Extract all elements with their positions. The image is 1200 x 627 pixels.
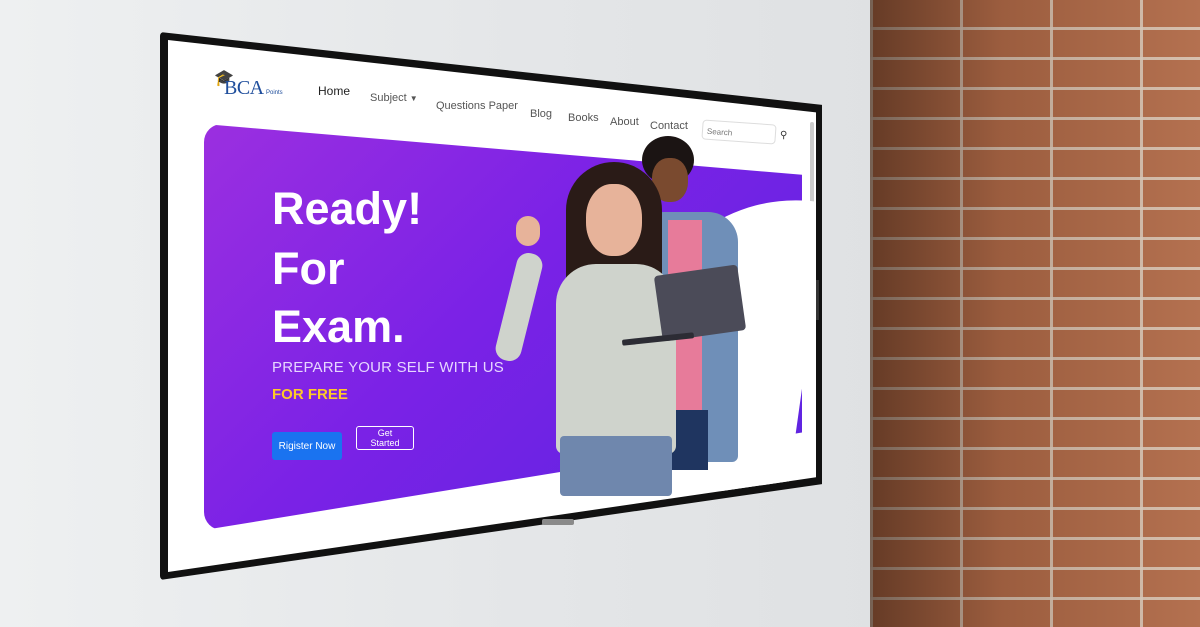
person-one-face — [586, 184, 642, 256]
hero-title-line2: For — [272, 243, 345, 294]
laptop-image — [653, 264, 747, 342]
search-field[interactable] — [701, 119, 778, 145]
hero-title-line3: Exam. — [272, 301, 405, 352]
nav-subject-label: Subject — [370, 92, 407, 104]
site-logo[interactable]: 🎓 BCA Points — [214, 68, 294, 108]
get-started-button[interactable]: Get Started — [356, 426, 414, 450]
brick-wall — [870, 0, 1200, 627]
person-one-jeans — [560, 436, 672, 496]
nav-questions-paper[interactable]: Questions Paper — [436, 100, 518, 112]
nav-about[interactable]: About — [610, 116, 639, 128]
nav-home[interactable]: Home — [318, 84, 350, 98]
tv-bottom-indicator — [542, 519, 574, 525]
magnifier-icon[interactable]: ⚲ — [780, 130, 787, 141]
register-now-button[interactable]: Rigister Now — [272, 432, 342, 460]
hero-title-line1: Ready! — [272, 183, 423, 234]
logo-subtext: Points — [266, 90, 283, 96]
search-input[interactable] — [702, 123, 778, 145]
hero-highlight: FOR FREE — [272, 386, 348, 403]
caret-down-icon: ▼ — [409, 94, 418, 103]
nav-subject[interactable]: Subject ▼ — [370, 92, 418, 104]
nav-blog[interactable]: Blog — [530, 108, 552, 120]
nav-contact[interactable]: Contact — [650, 120, 688, 132]
logo-text: BCA — [224, 77, 264, 99]
ok-hand-gesture — [516, 216, 540, 246]
hero-subtitle: PREPARE YOUR SELF WITH US — [272, 359, 504, 376]
nav-books[interactable]: Books — [568, 112, 599, 124]
